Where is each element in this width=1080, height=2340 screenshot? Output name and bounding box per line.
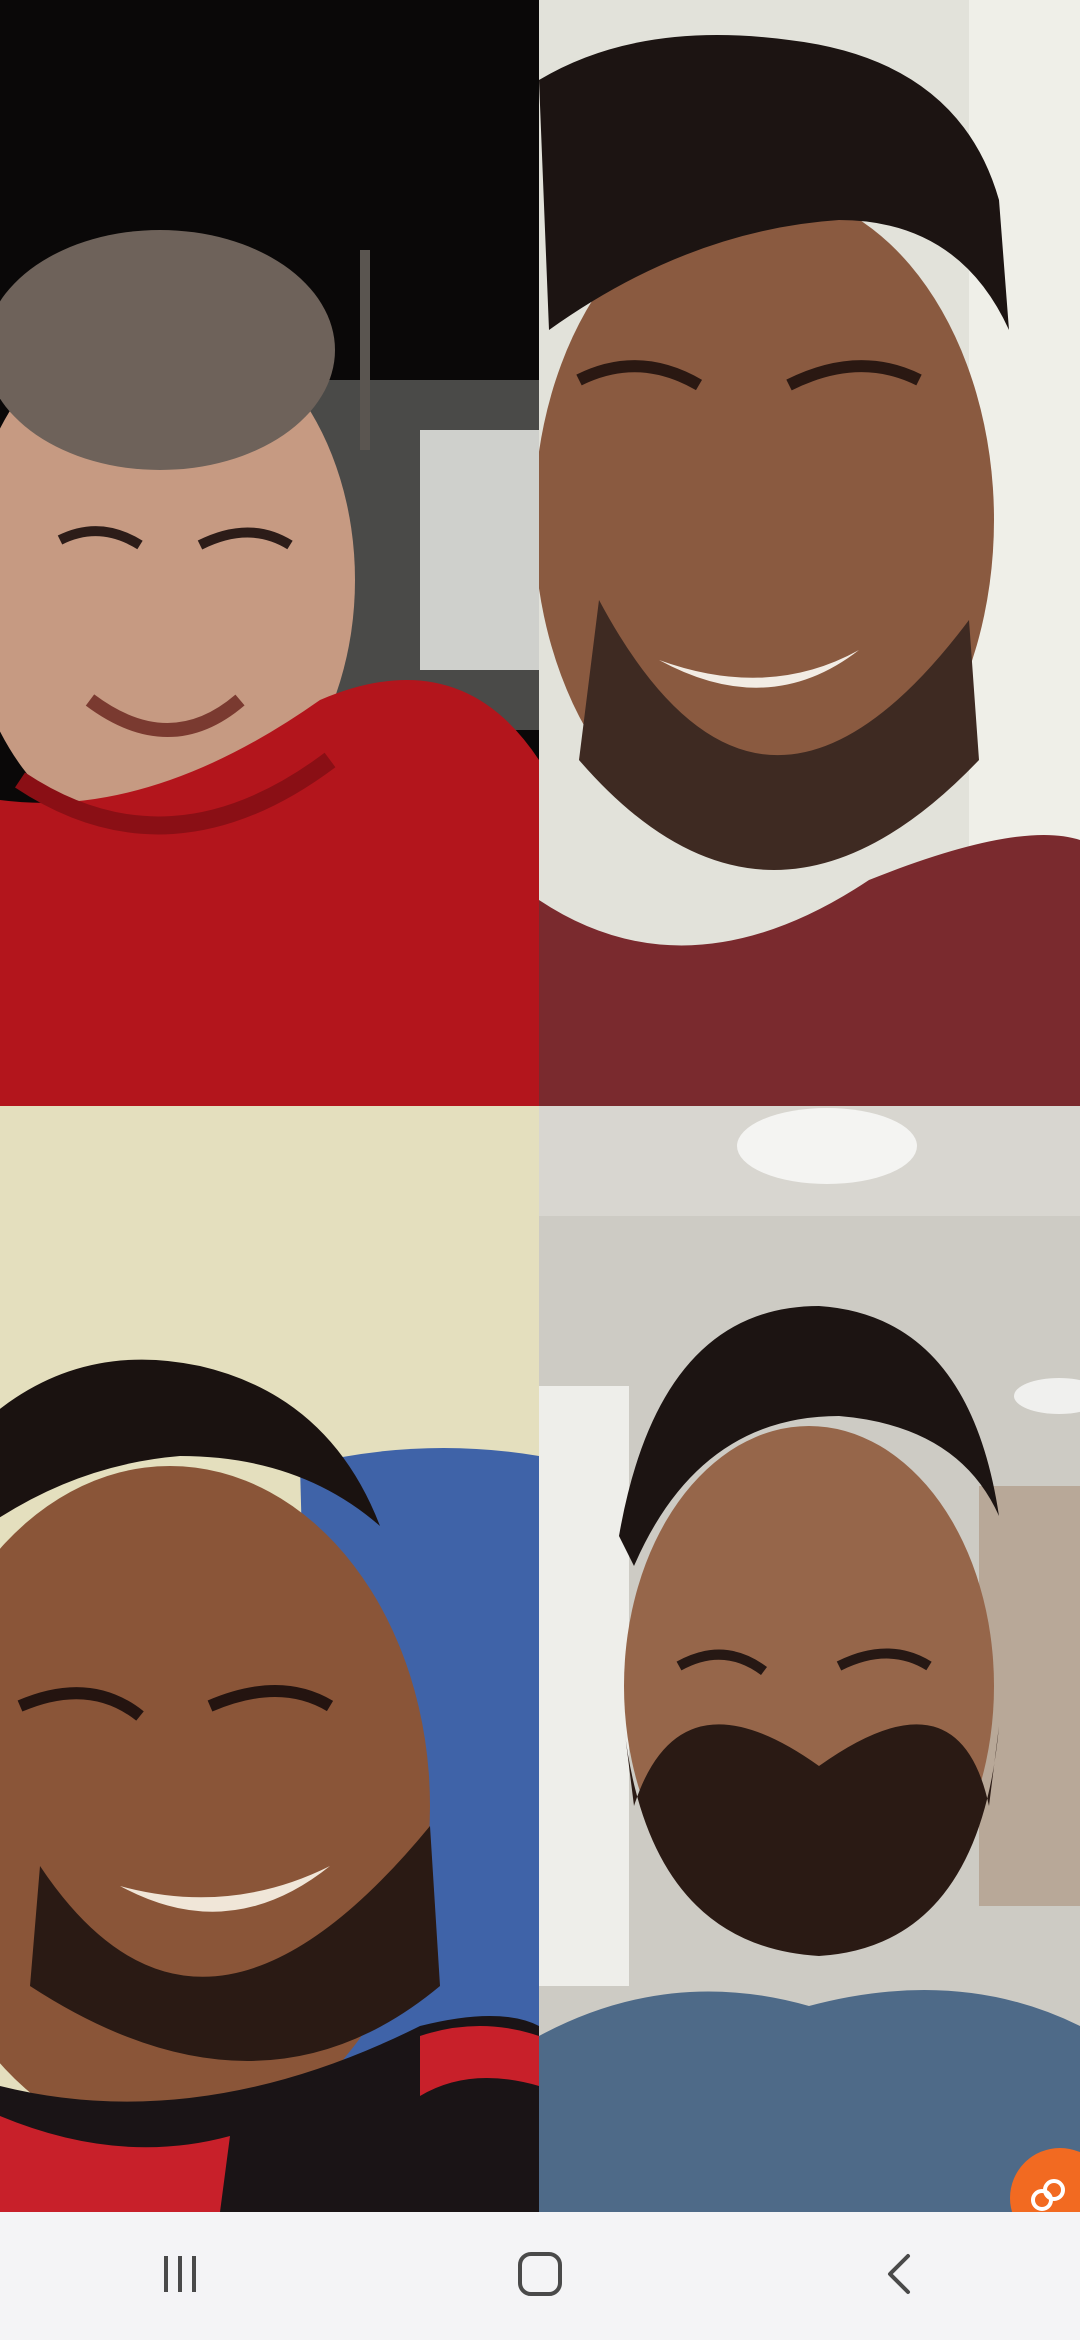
recents-icon (160, 2254, 200, 2299)
participant-video-tile-4[interactable] (539, 1106, 1080, 2212)
video-call-screen (0, 0, 1080, 2340)
participant-video-2 (539, 0, 1080, 1106)
back-button[interactable] (840, 2226, 960, 2326)
navigation-bar (0, 2212, 1080, 2340)
recents-button[interactable] (120, 2226, 240, 2326)
participant-video-1 (0, 0, 539, 1106)
participant-video-tile-2[interactable] (539, 0, 1080, 1106)
participant-video-3 (0, 1106, 539, 2212)
participant-video-tile-1[interactable] (0, 0, 539, 1106)
home-icon (517, 2251, 563, 2302)
home-button[interactable] (480, 2226, 600, 2326)
participant-video-tile-3[interactable] (0, 1106, 539, 2212)
participant-video-4 (539, 1106, 1080, 2212)
participant-grid (0, 0, 1080, 2212)
back-icon (880, 2252, 920, 2301)
